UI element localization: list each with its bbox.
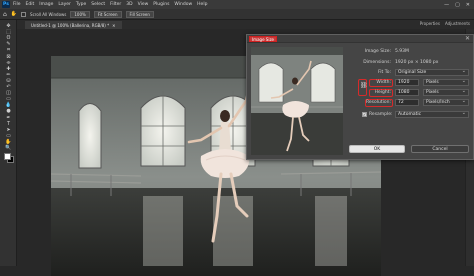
history-brush-icon[interactable]: ↶ bbox=[3, 84, 14, 90]
resolution-label: Resolution: bbox=[365, 100, 391, 105]
resample-label: Resample: bbox=[369, 112, 393, 117]
menu-view[interactable]: View bbox=[138, 2, 149, 7]
width-input[interactable]: 1920 bbox=[395, 79, 419, 86]
preview-thumbnail bbox=[251, 47, 343, 155]
height-label: Height: bbox=[374, 90, 391, 95]
menu-plugins[interactable]: Plugins bbox=[153, 2, 169, 7]
ok-button[interactable]: OK bbox=[349, 145, 405, 153]
resolution-unit-select[interactable]: Pixels/Inch bbox=[423, 98, 469, 106]
image-preview[interactable] bbox=[251, 47, 343, 155]
hand-icon[interactable]: ✋ bbox=[3, 139, 14, 145]
resolution-input[interactable]: 72 bbox=[395, 99, 419, 106]
stamp-icon[interactable]: ⛁ bbox=[3, 78, 14, 84]
tab-properties[interactable]: Properties bbox=[420, 21, 440, 26]
brush-icon[interactable]: ✏ bbox=[3, 72, 14, 78]
menu-help[interactable]: Help bbox=[197, 2, 207, 7]
hand-tool-icon: ✋ bbox=[10, 11, 18, 17]
frame-icon[interactable]: ⊠ bbox=[3, 54, 14, 60]
type-icon[interactable]: T bbox=[3, 121, 14, 127]
zoom-icon[interactable]: 🔍 bbox=[3, 145, 14, 151]
menu-window[interactable]: Window bbox=[174, 2, 192, 7]
resample-select[interactable]: Automatic bbox=[395, 110, 469, 118]
pen-icon[interactable]: ✒ bbox=[3, 115, 14, 121]
width-label: Width: bbox=[376, 80, 391, 85]
window-controls: — ▢ ✕ bbox=[444, 2, 474, 8]
photoshop-logo-icon: Ps bbox=[2, 1, 10, 8]
dialog-titlebar: Image Size ✕ bbox=[247, 35, 473, 43]
move-icon[interactable]: ✥ bbox=[3, 23, 14, 29]
fit-screen-button[interactable]: Fit Screen bbox=[93, 10, 122, 18]
close-window-icon[interactable]: ✕ bbox=[466, 2, 470, 8]
menu-filter[interactable]: Filter bbox=[110, 2, 121, 7]
dialog-close-icon[interactable]: ✕ bbox=[465, 35, 470, 42]
menu-file[interactable]: File bbox=[13, 2, 21, 7]
minimize-icon[interactable]: — bbox=[444, 2, 449, 8]
marquee-icon[interactable]: ⬚ bbox=[3, 29, 14, 35]
menu-3d[interactable]: 3D bbox=[126, 2, 132, 7]
image-size-value: 5.93M bbox=[395, 49, 409, 54]
path-select-icon[interactable]: ➤ bbox=[3, 127, 14, 133]
document-title: Untitled-1 @ 100% (Ballerina, RGB/8) * bbox=[31, 22, 110, 28]
menu-type[interactable]: Type bbox=[76, 2, 86, 7]
quick-select-icon[interactable]: ✎ bbox=[3, 41, 14, 47]
maximize-icon[interactable]: ▢ bbox=[455, 2, 460, 8]
width-unit-select[interactable]: Pixels bbox=[423, 78, 469, 86]
image-size-dialog: Image Size ✕ Image Size: 5.93M Dimension… bbox=[246, 34, 474, 160]
eraser-icon[interactable]: ◫ bbox=[3, 90, 14, 96]
menu-bar: Ps File Edit Image Layer Type Select Fil… bbox=[0, 0, 474, 9]
cancel-button[interactable]: Cancel bbox=[411, 145, 469, 153]
fill-screen-button[interactable]: Fill Screen bbox=[125, 10, 154, 18]
eyedropper-icon[interactable]: ⌯ bbox=[3, 60, 14, 66]
fit-to-label: Fit To: bbox=[378, 70, 391, 75]
height-input[interactable]: 1080 bbox=[395, 89, 419, 96]
menu-layer[interactable]: Layer bbox=[58, 2, 71, 7]
blur-icon[interactable]: 💧 bbox=[3, 102, 14, 108]
menu-edit[interactable]: Edit bbox=[26, 2, 35, 7]
menu-select[interactable]: Select bbox=[91, 2, 105, 7]
shape-icon[interactable]: ▭ bbox=[3, 133, 14, 139]
home-icon[interactable]: ⌂ bbox=[3, 11, 7, 18]
tab-adjustments[interactable]: Adjustments bbox=[445, 21, 470, 26]
dialog-title: Image Size bbox=[249, 36, 278, 42]
menu-image[interactable]: Image bbox=[39, 2, 53, 7]
options-bar: ⌂ ✋ Scroll All Windows 100% Fit Screen F… bbox=[0, 9, 474, 20]
tools-panel: ✥ ⬚ ʘ ✎ ⌗ ⊠ ⌯ ✚ ✏ ⛁ ↶ ◫ ▭ 💧 ● ✒ T ➤ ▭ ✋ 🔍 bbox=[0, 20, 17, 266]
dimensions-label: Dimensions: bbox=[363, 60, 391, 65]
dodge-icon[interactable]: ● bbox=[3, 108, 14, 114]
scroll-all-checkbox[interactable] bbox=[21, 11, 27, 17]
healing-icon[interactable]: ✚ bbox=[3, 66, 14, 72]
panel-tabs: Properties Adjustments bbox=[420, 21, 470, 26]
document-tab-bar: Untitled-1 @ 100% (Ballerina, RGB/8) * ✕… bbox=[17, 20, 474, 29]
fit-to-select[interactable]: Original Size bbox=[395, 68, 469, 76]
zoom-field[interactable]: 100% bbox=[70, 10, 90, 18]
crop-icon[interactable]: ⌗ bbox=[3, 47, 14, 53]
scroll-all-windows-label: Scroll All Windows bbox=[30, 11, 67, 17]
foreground-color-swatch[interactable] bbox=[4, 153, 11, 160]
image-size-label: Image Size: bbox=[364, 49, 391, 54]
document-tab[interactable]: Untitled-1 @ 100% (Ballerina, RGB/8) * ✕ bbox=[25, 21, 122, 29]
lasso-icon[interactable]: ʘ bbox=[3, 35, 14, 41]
resample-checkbox[interactable]: ✓ bbox=[362, 112, 367, 117]
height-unit-select[interactable]: Pixels bbox=[423, 88, 469, 96]
dimensions-value: 1920 px × 1080 px bbox=[395, 60, 439, 65]
close-tab-icon[interactable]: ✕ bbox=[112, 23, 115, 28]
